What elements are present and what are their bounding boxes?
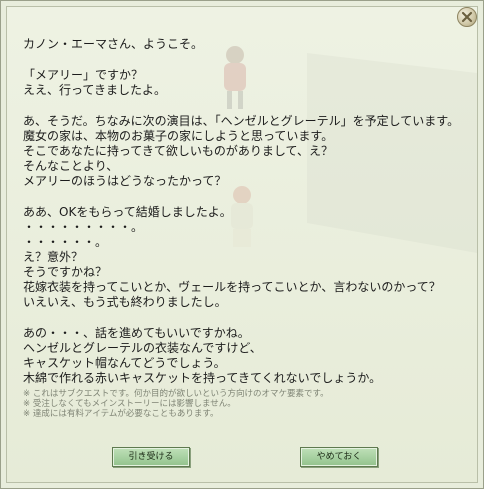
message-line: キャスケット帽なんてどうでしょう。 [23, 356, 226, 370]
message-line: あの・・・、話を進めてもいいですかね。 [23, 326, 250, 340]
message-line: 魔女の家は、本物のお菓子の家にしようと思っています。 [23, 129, 334, 143]
message-line: ヘンゼルとグレーテルの衣装なんですけど、 [23, 341, 262, 355]
decline-quest-button[interactable]: やめておく [300, 447, 378, 467]
quest-notes: ※ これはサブクエストです。何か目的が欲しいという方向けのオマケ要素です。 ※ 受… [23, 389, 329, 419]
accept-quest-button[interactable]: 引き受ける [112, 447, 190, 467]
message-line: ああ、OKをもらって結婚しましたよ。 [23, 205, 232, 219]
quest-note: ※ 達成には有料アイテムが必要なこともあります。 [23, 409, 219, 419]
message-line: 木綿で作れる赤いキャスケットを持ってきてくれないでしょうか。 [23, 371, 382, 385]
message-line: そこであなたに持ってきて欲しいものがありまして、え？ [23, 144, 333, 158]
quest-note: ※ これはサブクエストです。何か目的が欲しいという方向けのオマケ要素です。 [23, 389, 329, 399]
message-line: カノン・エーマさん、ようこそ。 [23, 37, 204, 51]
message-spacer [23, 189, 473, 205]
quest-note: ※ 受注しなくてもメインストーリーには影響しません。 [23, 399, 236, 409]
message-line: 「メアリー」ですか？ [23, 68, 144, 82]
message-line: そうですかね？ [23, 265, 108, 279]
message-spacer [23, 52, 473, 68]
message-line: ・・・・・・・・・。 [23, 220, 144, 234]
message-spacer [23, 310, 473, 326]
message-line: メアリーのほうはどうなったかって？ [23, 174, 227, 188]
message-line: いえいえ、もう式も終わりましたし。 [23, 295, 227, 309]
close-button[interactable] [457, 7, 477, 27]
quest-dialog: カノン・エーマさん、ようこそ。 「メアリー」ですか？ ええ、行ってきましたよ。あ、そ… [0, 0, 484, 489]
message-line: あ、そうだ。ちなみに次の演目は、「ヘンゼルとグレーテル」を予定しています。 [23, 114, 460, 128]
message-line: え？意外？ [23, 250, 84, 264]
message-line: ・・・・・・。 [23, 235, 108, 249]
message-line: 花嫁衣装を持ってこいとか、ヴェールを持ってこいとか、言わないのかって？ [23, 280, 441, 294]
message-spacer [23, 98, 473, 114]
message-line: そんなことより、 [23, 159, 119, 173]
close-x-icon [461, 11, 473, 23]
npc-message-text: カノン・エーマさん、ようこそ。 「メアリー」ですか？ ええ、行ってきましたよ。あ、そ… [23, 37, 473, 386]
message-line: ええ、行ってきましたよ。 [23, 83, 167, 97]
